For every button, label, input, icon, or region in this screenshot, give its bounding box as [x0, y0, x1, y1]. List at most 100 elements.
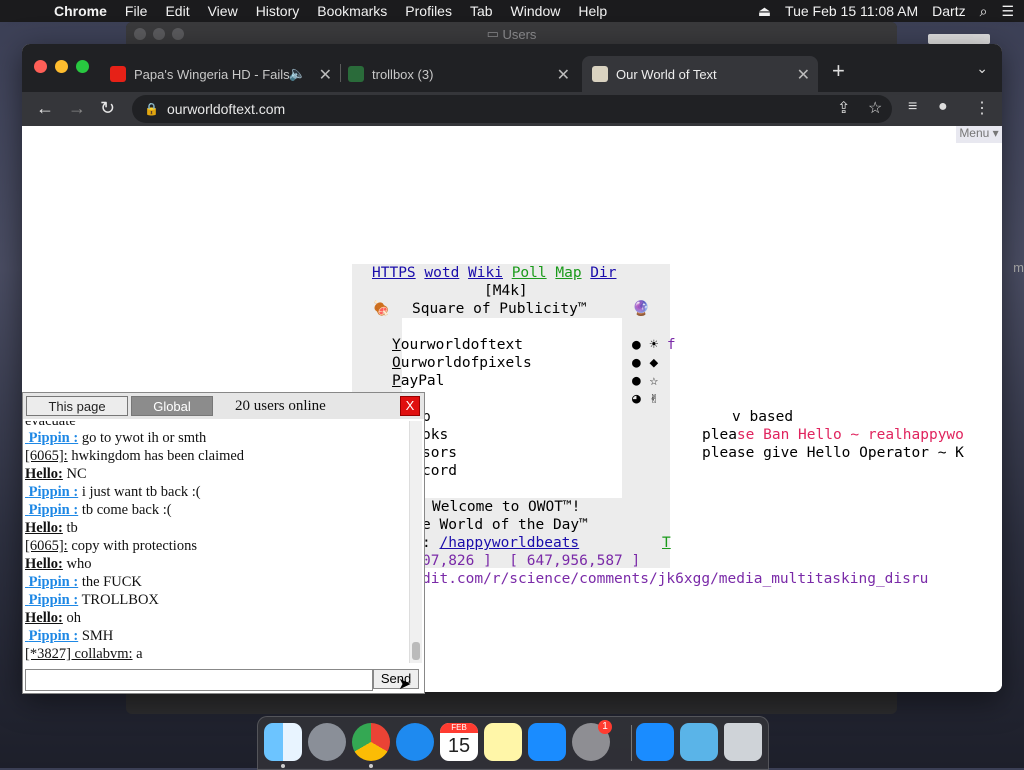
link-wiki[interactable]: Wiki: [468, 265, 503, 281]
tab-search-icon[interactable]: ⌄: [976, 60, 988, 77]
menu-bookmarks[interactable]: Bookmarks: [317, 3, 387, 19]
lock-icon[interactable]: 🔒: [144, 102, 159, 116]
back-icon[interactable]: ←: [36, 98, 54, 119]
tab-strip: Papa's Wingeria HD - Fails 🔈 ✕ trollbox …: [22, 44, 1002, 92]
trash-icon[interactable]: [724, 723, 762, 761]
tab-papas-wingeria[interactable]: Papa's Wingeria HD - Fails 🔈 ✕: [110, 56, 341, 92]
menu-app-name[interactable]: Chrome: [54, 3, 107, 19]
chat-scrollbar-thumb[interactable]: [412, 642, 420, 660]
chat-header: This page Global 20 users online X: [23, 393, 424, 419]
reddit-url-text[interactable]: dit.com/r/science/comments/jk6xgg/media_…: [422, 570, 928, 588]
share-icon[interactable]: ⇪: [837, 98, 850, 118]
menu-tab[interactable]: Tab: [470, 3, 493, 19]
desktop-device-icon: [928, 34, 990, 44]
close-tab-icon[interactable]: ✕: [797, 65, 810, 85]
gem-emoji-icon: 🔮: [632, 301, 651, 317]
downloads-folder-icon[interactable]: [680, 723, 718, 761]
close-tab-icon[interactable]: ✕: [557, 65, 570, 85]
tab-trollbox[interactable]: trollbox (3) ✕: [348, 56, 578, 92]
happyworldbeats-link[interactable]: /happyworldbeats: [439, 535, 579, 551]
link-map[interactable]: Map: [555, 265, 581, 281]
media-controls-icon[interactable]: ≡: [908, 98, 917, 116]
close-tab-icon[interactable]: ✕: [319, 65, 332, 85]
link-poll[interactable]: Poll: [512, 265, 547, 281]
coordinates-text: 07,826 ] [ 647,956,587 ]: [422, 553, 641, 569]
happy-line: : /happyworldbeats: [422, 535, 580, 551]
chat-message: Pippin : tb come back :(: [28, 502, 172, 518]
chat-messages[interactable]: evacuate Pippin : go to ywot ih or smth …: [25, 421, 409, 663]
chat-tab-this-page[interactable]: This page: [26, 396, 128, 416]
reload-icon[interactable]: ↻: [100, 98, 115, 119]
chat-message: [6065]: hwkingdom has been claimed: [25, 448, 245, 464]
calendar-month: FEB: [440, 723, 478, 733]
launchpad-icon[interactable]: [308, 723, 346, 761]
tab-title: Our World of Text: [616, 66, 717, 82]
publicity-item-1[interactable]: Yourworldoftext: [392, 336, 523, 354]
owot-nav-links: HTTPS wotd Wiki Poll Map Dir: [372, 264, 617, 282]
clock[interactable]: Tue Feb 15 11:08 AM: [785, 3, 918, 19]
running-indicator: [369, 764, 373, 768]
chat-message: [6065]: copy with protections: [25, 538, 197, 554]
partial-line-2: oks: [422, 427, 449, 443]
owot-menu-button[interactable]: Menu ▾: [956, 126, 1002, 143]
link-dir[interactable]: Dir: [590, 265, 616, 281]
menu-view[interactable]: View: [208, 3, 238, 19]
minimize-window-button[interactable]: [55, 60, 68, 73]
user-name[interactable]: Dartz: [932, 3, 965, 19]
v-based-text: v based: [732, 409, 794, 425]
mouse-cursor-icon: ➤: [398, 676, 412, 693]
forward-icon[interactable]: →: [68, 98, 86, 119]
link-https[interactable]: HTTPS: [372, 265, 416, 281]
chat-message: Hello: NC: [25, 466, 87, 482]
menu-help[interactable]: Help: [578, 3, 607, 19]
chat-close-button[interactable]: X: [400, 396, 420, 416]
calendar-icon[interactable]: FEB 15: [440, 723, 478, 761]
tab-title: trollbox (3): [372, 66, 434, 82]
chat-message: Hello: oh: [25, 610, 81, 626]
menu-file[interactable]: File: [125, 3, 148, 19]
t-link[interactable]: T: [662, 534, 671, 552]
menu-window[interactable]: Window: [511, 3, 561, 19]
chat-message: Pippin : the FUCK: [28, 574, 142, 590]
close-window-button[interactable]: [34, 60, 47, 73]
chat-partial-line: evacuate: [25, 421, 76, 429]
chrome-menu-icon[interactable]: ⋮: [974, 98, 990, 118]
menubar-status: ⏏ Tue Feb 15 11:08 AM Dartz ⌕ ☰: [758, 0, 1014, 22]
chat-send-button[interactable]: Send: [373, 669, 419, 689]
spotlight-search-icon[interactable]: ⌕: [980, 3, 988, 20]
app-store-downloads-icon[interactable]: [636, 723, 674, 761]
link-m4k[interactable]: [M4k]: [484, 282, 528, 300]
owot-icon: [592, 66, 608, 82]
profile-icon[interactable]: ●: [938, 98, 948, 116]
partial-line-4: cord: [422, 463, 457, 479]
menu-edit[interactable]: Edit: [165, 3, 189, 19]
notes-icon[interactable]: [484, 723, 522, 761]
background-window-titlebar: ▭ Users: [126, 22, 897, 46]
link-wotd[interactable]: wotd: [424, 265, 459, 281]
finder-icon[interactable]: [264, 723, 302, 761]
publicity-item-3[interactable]: PayPal: [392, 372, 444, 390]
tab-our-world-of-text[interactable]: Our World of Text ✕: [582, 56, 818, 92]
chat-input[interactable]: [25, 669, 373, 691]
background-window-traffic-lights: [134, 28, 184, 40]
bookmark-star-icon[interactable]: ☆: [868, 98, 882, 118]
chat-tab-global[interactable]: Global: [131, 396, 213, 416]
diamond-icon: ● ◆: [632, 355, 659, 371]
world-of-the-day: e World of the Day™: [422, 517, 588, 533]
audio-playing-icon[interactable]: 🔈: [289, 65, 306, 82]
safari-icon[interactable]: [396, 723, 434, 761]
please-give-text: please give Hello Operator ~ K: [702, 445, 964, 461]
new-tab-icon[interactable]: +: [832, 58, 845, 84]
menu-history[interactable]: History: [256, 3, 300, 19]
menu-profiles[interactable]: Profiles: [405, 3, 452, 19]
publicity-item-2[interactable]: Ourworldofpixels: [392, 354, 532, 372]
eject-icon[interactable]: ⏏: [758, 3, 771, 20]
chat-scrollbar[interactable]: [409, 421, 422, 663]
zoom-window-button[interactable]: [76, 60, 89, 73]
address-bar[interactable]: 🔒 ourworldoftext.com: [132, 95, 892, 123]
control-center-icon[interactable]: ☰: [1001, 3, 1014, 20]
chrome-icon[interactable]: [352, 723, 390, 761]
macos-menubar: Chrome File Edit View History Bookmarks …: [0, 0, 1024, 22]
url-text[interactable]: ourworldoftext.com: [167, 101, 285, 117]
app-store-icon[interactable]: [528, 723, 566, 761]
